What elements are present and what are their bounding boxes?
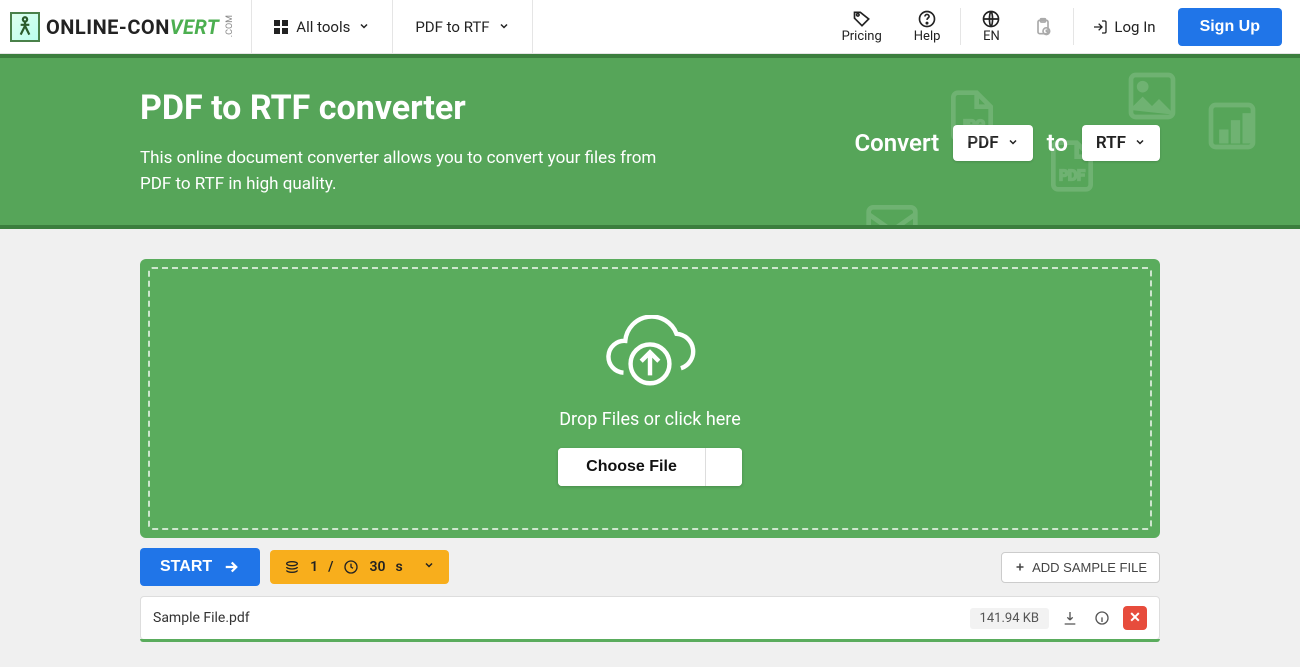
nav-pricing-label: Pricing [842,29,882,44]
nav-breadcrumb-dropdown[interactable]: PDF to RTF [393,0,532,53]
chevron-down-icon [1007,133,1019,153]
convert-label: Convert [854,129,939,157]
chevron-down-icon [718,460,730,475]
nav-history[interactable] [1017,0,1069,53]
svg-text:JPG: JPG [959,118,985,134]
globe-icon [981,9,1001,29]
clock-icon [343,559,359,575]
deco-icon: PDF [1044,138,1100,198]
hero-copy: PDF to RTF converter This online documen… [140,88,660,197]
nav-help[interactable]: Help [898,0,957,53]
remove-file-button[interactable]: ✕ [1123,606,1147,630]
dropzone-text: Drop Files or click here [559,409,741,430]
login-label: Log In [1114,18,1155,36]
tag-icon [852,9,872,29]
plus-icon [1014,561,1026,573]
start-label: START [160,558,212,576]
conversion-options[interactable]: 1 / 30 s [270,550,449,584]
deco-icon [864,198,920,229]
file-count: 1 [310,559,318,575]
nav-help-label: Help [914,29,941,44]
nav-breadcrumb-label: PDF to RTF [415,18,489,36]
info-icon [1094,610,1110,626]
page-title: PDF to RTF converter [140,88,660,128]
top-nav: ONLINE-CONVERT .COM All tools PDF to RTF… [0,0,1300,54]
to-format-value: RTF [1096,133,1126,153]
deco-icon [1204,98,1260,158]
convert-row: Convert PDF to RTF [854,125,1160,161]
chevron-down-icon [358,18,370,36]
chevron-down-icon [498,18,510,36]
add-sample-file-button[interactable]: ADD SAMPLE FILE [1001,552,1160,583]
file-dropzone[interactable]: Drop Files or click here Choose File [140,259,1160,538]
logo-com: .COM [225,15,235,37]
file-progress-bar [140,639,1160,642]
file-actions: 141.94 KB ✕ [970,606,1147,630]
time-unit: s [395,559,402,575]
file-row: Sample File.pdf 141.94 KB ✕ [140,596,1160,640]
nav-pricing[interactable]: Pricing [826,0,898,53]
slash: / [328,559,333,575]
layers-icon [284,559,300,575]
download-file-button[interactable] [1059,607,1081,629]
main-content: Drop Files or click here Choose File STA… [130,229,1170,642]
choose-file-button[interactable]: Choose File [558,448,706,486]
logo-text: ONLINE-CONVERT [46,15,219,39]
grid-icon [274,20,288,34]
choose-file-group: Choose File [558,448,742,486]
login-link[interactable]: Log In [1078,0,1169,53]
file-name: Sample File.pdf [153,610,970,626]
svg-text:PDF: PDF [1059,168,1085,184]
time-value: 30 [369,559,385,575]
login-icon [1092,19,1108,35]
page-description: This online document converter allows yo… [140,146,660,197]
deco-icon [1124,68,1180,128]
cloud-upload-icon [597,315,703,395]
deco-icon: JPG [944,88,1000,148]
arrow-right-icon [222,558,240,576]
help-icon [917,9,937,29]
choose-file-dropdown[interactable] [706,448,742,486]
chevron-down-icon [1134,133,1146,153]
file-dropzone-inner: Drop Files or click here Choose File [148,267,1152,530]
add-sample-label: ADD SAMPLE FILE [1032,560,1147,575]
download-icon [1062,610,1078,626]
logo-mark-icon [10,12,40,42]
signup-button[interactable]: Sign Up [1178,8,1282,46]
logo[interactable]: ONLINE-CONVERT .COM [0,0,252,53]
nav-all-tools-label: All tools [296,18,350,36]
clipboard-clock-icon [1033,17,1053,37]
file-info-button[interactable] [1091,607,1113,629]
action-row: START 1 / 30 s ADD SAMPLE FILE [140,548,1160,586]
start-button[interactable]: START [140,548,260,586]
hero-banner: PDF JPG PDF to RTF converter This online… [0,54,1300,229]
nav-language[interactable]: EN [965,0,1017,53]
nav-all-tools[interactable]: All tools [252,0,393,53]
file-size-badge: 141.94 KB [970,608,1049,629]
nav-language-label: EN [983,29,1000,44]
nav-divider [1073,8,1074,45]
chevron-down-icon [423,559,435,575]
nav-divider [960,8,961,45]
